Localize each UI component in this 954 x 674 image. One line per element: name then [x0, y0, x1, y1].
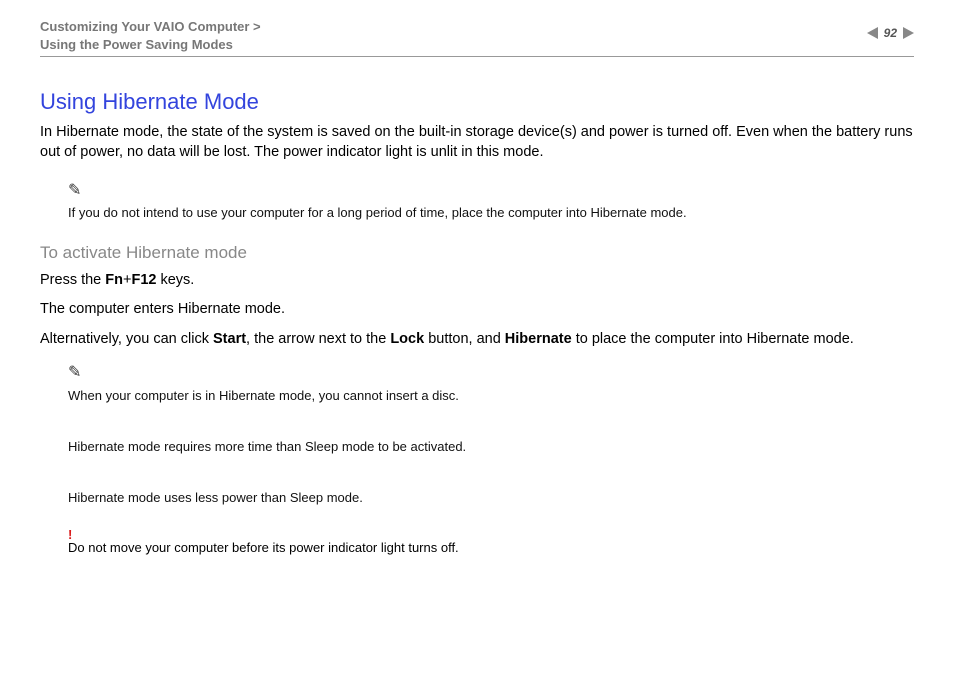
page-nav: 92 [867, 18, 914, 40]
breadcrumb-line2: Using the Power Saving Modes [40, 37, 233, 52]
breadcrumb-line1: Customizing Your VAIO Computer > [40, 19, 261, 34]
page-number: 92 [884, 26, 897, 40]
tip-text-2c: Hibernate mode uses less power than Slee… [68, 486, 914, 509]
press-keys-line: Press the Fn+F12 keys. [40, 271, 914, 291]
prev-page-icon[interactable] [867, 27, 878, 39]
section-subhead: To activate Hibernate mode [40, 243, 914, 263]
tip-text-1: If you do not intend to use your compute… [68, 201, 914, 224]
tip-text-2b: Hibernate mode requires more time than S… [68, 435, 914, 458]
enters-line: The computer enters Hibernate mode. [40, 300, 914, 320]
intro-paragraph: In Hibernate mode, the state of the syst… [40, 123, 914, 162]
page-header: Customizing Your VAIO Computer > Using t… [40, 18, 914, 57]
breadcrumb: Customizing Your VAIO Computer > Using t… [40, 18, 261, 54]
tip-block-1: ✎ If you do not intend to use your compu… [68, 177, 914, 225]
tip-text-2a: When your computer is in Hibernate mode,… [68, 384, 914, 407]
tip-block-2: ✎ When your computer is in Hibernate mod… [68, 359, 914, 509]
alternative-line: Alternatively, you can click Start, the … [40, 330, 914, 350]
next-page-icon[interactable] [903, 27, 914, 39]
page-title: Using Hibernate Mode [40, 89, 914, 115]
warning-text: Do not move your computer before its pow… [68, 540, 914, 555]
warning-block: ! Do not move your computer before its p… [68, 527, 914, 555]
